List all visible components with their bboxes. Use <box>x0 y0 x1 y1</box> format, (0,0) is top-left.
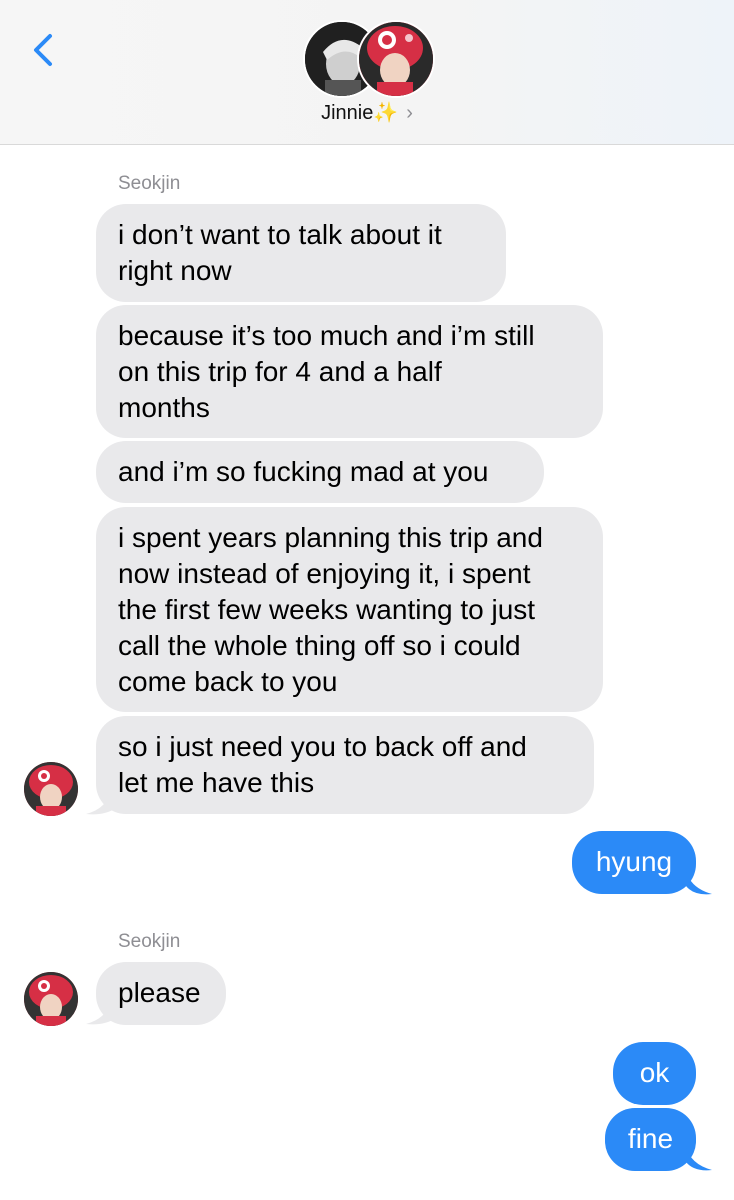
chevron-left-icon <box>34 34 52 66</box>
outgoing-message[interactable]: ok <box>613 1042 696 1105</box>
incoming-message[interactable]: i don’t want to talk about it right now <box>96 204 506 302</box>
incoming-message[interactable]: i spent years planning this trip and now… <box>96 507 603 712</box>
outgoing-message[interactable]: fine <box>605 1108 696 1171</box>
bubble-tail <box>686 870 712 895</box>
incoming-message[interactable]: because it’s too much and i’m still on t… <box>96 305 603 438</box>
bubble-tail <box>686 1146 712 1171</box>
contact-name-button[interactable]: Jinnie✨ › <box>0 100 734 125</box>
incoming-message[interactable]: so i just need you to back off and let m… <box>96 716 594 814</box>
avatar <box>357 20 435 98</box>
sparkles-icon: ✨ <box>373 102 399 124</box>
sender-name: Seokjin <box>118 931 181 952</box>
chevron-right-icon: › <box>406 102 413 124</box>
contact-avatar-group[interactable] <box>303 20 435 98</box>
outgoing-message[interactable]: hyung <box>572 831 696 894</box>
back-button[interactable] <box>26 30 66 70</box>
sender-name: Seokjin <box>118 173 181 194</box>
bubble-tail <box>86 1000 116 1025</box>
conversation-header: Jinnie✨ › <box>0 0 734 145</box>
avatar <box>24 762 78 816</box>
incoming-message[interactable]: and i’m so fucking mad at you <box>96 441 544 503</box>
contact-name: Jinnie <box>321 102 374 124</box>
bubble-tail <box>86 790 116 815</box>
avatar <box>24 972 78 1026</box>
